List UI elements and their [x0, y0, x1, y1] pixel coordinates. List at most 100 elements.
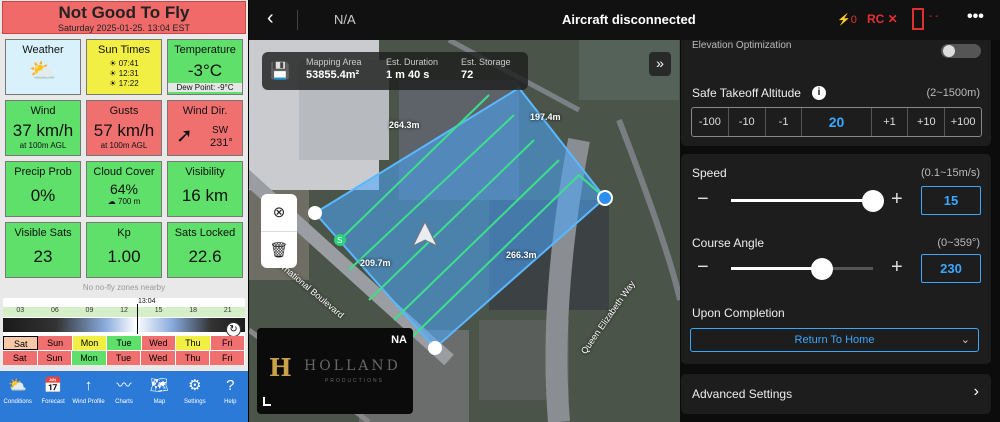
- camera-preview[interactable]: NA H HOLLAND PRODUCTIONS: [257, 328, 413, 414]
- precip-value: 0%: [30, 186, 56, 205]
- course-increase-button[interactable]: +: [891, 256, 903, 279]
- speed-track[interactable]: [731, 190, 884, 212]
- day-cell[interactable]: Sun: [37, 351, 73, 365]
- day-cell[interactable]: Tue: [106, 351, 142, 365]
- tile-visibility[interactable]: Visibility 16 km: [167, 161, 243, 217]
- day-cell[interactable]: Wed: [141, 351, 176, 365]
- day-cell[interactable]: Sun: [38, 336, 73, 350]
- speed-increase-button[interactable]: +: [891, 188, 903, 211]
- speed-decrease-button[interactable]: −: [697, 188, 709, 211]
- hour-tick: 09: [85, 307, 94, 314]
- tile-cloud-cover[interactable]: Cloud Cover 64% ☁ 700 m: [86, 161, 162, 217]
- timeline-hours: 03 06 09 12 15 18 21: [3, 307, 245, 317]
- altitude-step-button[interactable]: +1: [872, 108, 909, 136]
- day-cell[interactable]: Sat: [3, 336, 39, 350]
- signal-icon: ⚡0: [837, 14, 857, 26]
- altitude-value[interactable]: 20: [802, 108, 872, 136]
- gear-icon: ⚙: [188, 377, 202, 394]
- course-input[interactable]: 230: [921, 254, 981, 283]
- expand-chevron-icon[interactable]: »: [649, 52, 671, 76]
- course-knob[interactable]: [810, 258, 833, 280]
- day-row-1: Sat Sun Mon Tue Wed Thu Fri: [3, 336, 245, 350]
- day-cell[interactable]: Mon: [72, 351, 107, 365]
- nav-settings[interactable]: ⚙ Settings: [177, 371, 212, 422]
- nav-conditions[interactable]: ⛅ Conditions: [0, 371, 35, 422]
- hour-tick: 06: [50, 307, 59, 314]
- sunset-icon: ☀: [109, 79, 117, 88]
- elevation-optimization-label: Elevation Optimization: [692, 40, 792, 51]
- tile-kp[interactable]: Kp 1.00: [86, 222, 162, 278]
- tile-weather[interactable]: Weather ⛅: [5, 39, 81, 95]
- tile-visible-sats[interactable]: Visible Sats 23: [5, 222, 81, 278]
- cloud-base-icon: ☁: [107, 197, 116, 206]
- sunrise-time: 07:41: [118, 59, 139, 68]
- mission-stats-panel: 💾 Mapping Area 53855.4m² Est. Duration 1…: [262, 52, 528, 90]
- calendar-icon: 📅: [43, 377, 63, 394]
- altitude-step-button[interactable]: +100: [945, 108, 981, 136]
- hour-tick: 21: [223, 307, 232, 314]
- day-cell[interactable]: Fri: [210, 351, 246, 365]
- more-menu-icon[interactable]: •••: [967, 8, 984, 26]
- altitude-step-button[interactable]: -1: [766, 108, 803, 136]
- completion-dropdown[interactable]: Return To Home ⌄: [690, 328, 979, 352]
- partly-cloudy-icon: ⛅: [29, 58, 57, 83]
- sats-locked-value: 22.6: [188, 247, 222, 266]
- day-cell[interactable]: Tue: [107, 336, 142, 350]
- nav-help[interactable]: ? Help: [213, 371, 248, 422]
- refresh-icon[interactable]: ↻: [226, 322, 241, 337]
- tile-wind-direction[interactable]: Wind Dir. ➚ SW 231°: [167, 100, 243, 156]
- fullscreen-corner-icon[interactable]: [263, 397, 271, 406]
- hour-tick: 03: [16, 307, 25, 314]
- completion-label: Upon Completion: [692, 306, 785, 320]
- tile-gusts[interactable]: Gusts 57 km/h at 100m AGL: [86, 100, 162, 156]
- day-cell[interactable]: Thu: [175, 351, 211, 365]
- edge-length-label: 209.7m: [360, 258, 391, 268]
- nav-label: Conditions: [3, 399, 32, 405]
- nav-label: Settings: [183, 399, 206, 405]
- info-icon[interactable]: i: [812, 86, 826, 100]
- altitude-stepper: -100 -10 -1 20 +1 +10 +100: [691, 107, 982, 137]
- trash-icon[interactable]: 🗑: [261, 231, 297, 268]
- nav-charts[interactable]: 〰 Charts: [106, 371, 141, 422]
- solar-noon-time: 12:31: [118, 69, 139, 78]
- day-cell[interactable]: Thu: [176, 336, 211, 350]
- course-decrease-button[interactable]: −: [697, 256, 709, 279]
- tile-sats-locked[interactable]: Sats Locked 22.6: [167, 222, 243, 278]
- speed-slider[interactable]: − + 15: [691, 186, 983, 216]
- nav-map[interactable]: 🗺 Map: [142, 371, 177, 422]
- chevron-right-icon: ›: [973, 383, 979, 400]
- tile-temperature[interactable]: Temperature -3°C Dew Point: -9°C: [167, 39, 243, 95]
- course-track[interactable]: [731, 258, 873, 280]
- nav-label: Map: [153, 399, 166, 405]
- advanced-settings-row[interactable]: Advanced Settings ›: [681, 374, 991, 414]
- speed-input[interactable]: 15: [921, 186, 981, 215]
- back-chevron-icon[interactable]: ‹: [267, 7, 274, 30]
- chevron-down-icon: ⌄: [960, 334, 970, 346]
- cloud-base: 700 m: [118, 197, 141, 206]
- kp-value: 1.00: [107, 247, 141, 266]
- course-slider[interactable]: − + 230: [691, 254, 983, 284]
- day-cell[interactable]: Sat: [3, 351, 38, 365]
- mode-status: N/A: [334, 12, 356, 27]
- tile-wind[interactable]: Wind 37 km/h at 100m AGL: [5, 100, 81, 156]
- logo-sub: PRODUCTIONS: [325, 378, 384, 384]
- tile-sun-times[interactable]: Sun Times ☀ 07:41 ☀ 12:31 ☀ 17:22: [86, 39, 162, 95]
- wind-direction-cardinal: SW: [212, 125, 229, 136]
- altitude-step-button[interactable]: -10: [729, 108, 766, 136]
- nav-label: Charts: [115, 399, 133, 405]
- speed-knob[interactable]: [862, 190, 884, 212]
- altitude-step-button[interactable]: +10: [908, 108, 946, 136]
- save-icon[interactable]: 💾: [270, 61, 290, 81]
- day-cell[interactable]: Wed: [141, 336, 177, 350]
- close-circle-icon[interactable]: ⊗: [261, 194, 297, 231]
- tile-label: Wind Dir.: [182, 105, 228, 117]
- safe-takeoff-label: Safe Takeoff Altitude: [692, 86, 801, 100]
- nav-wind-profile[interactable]: ↑ Wind Profile: [71, 371, 106, 422]
- day-cell[interactable]: Mon: [72, 336, 108, 350]
- forecast-timeline[interactable]: 13:04 03 06 09 12 15 18 21 ↻ Sat Sun Mon Tue Wed Th…: [3, 298, 246, 365]
- tile-precip[interactable]: Precip Prob 0%: [5, 161, 81, 217]
- altitude-step-button[interactable]: -100: [692, 108, 729, 136]
- day-cell[interactable]: Fri: [210, 336, 245, 350]
- elevation-toggle[interactable]: [941, 44, 981, 58]
- nav-forecast[interactable]: 📅 Forecast: [35, 371, 70, 422]
